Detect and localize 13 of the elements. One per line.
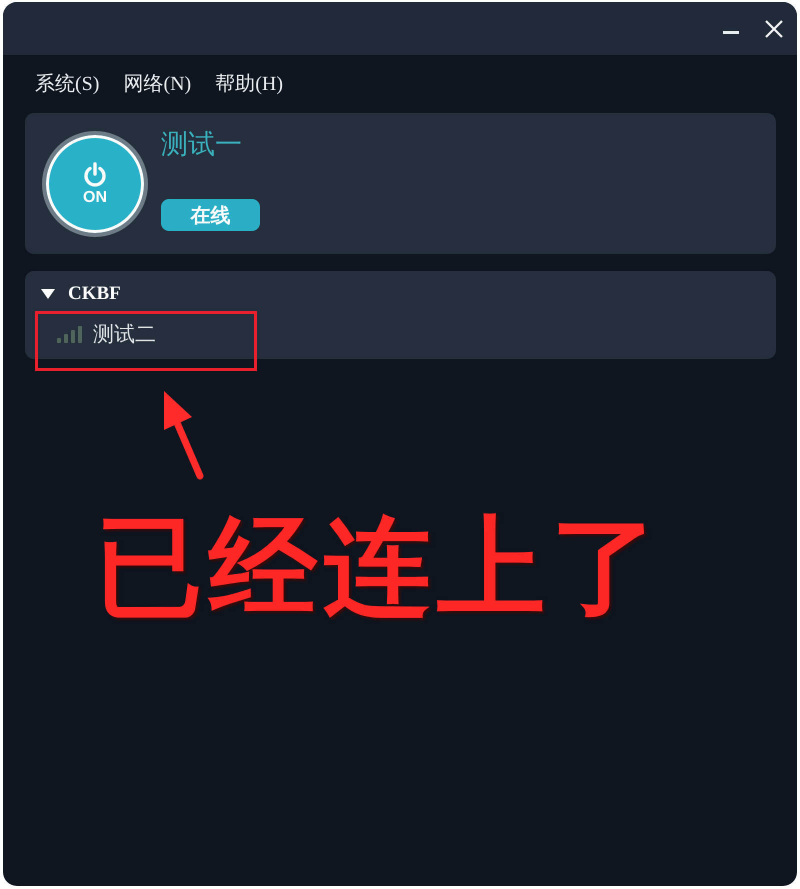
minimize-icon xyxy=(723,31,739,34)
menu-item[interactable]: 网络(N) xyxy=(121,68,194,98)
menu-item[interactable]: 系统(S) xyxy=(33,68,102,98)
power-icon xyxy=(83,162,107,188)
close-icon xyxy=(765,20,783,38)
device-name: 测试一 xyxy=(161,128,242,161)
device-row[interactable]: 测试二 xyxy=(57,319,776,349)
status-badge: 在线 xyxy=(161,199,260,231)
annotation-text: 已经连上了 xyxy=(94,509,665,628)
menu-item[interactable]: 帮助(H) xyxy=(213,68,285,98)
group-header[interactable]: CKBF xyxy=(41,283,776,305)
expand-triangle-icon xyxy=(41,289,55,299)
signal-bars-icon xyxy=(57,326,83,342)
